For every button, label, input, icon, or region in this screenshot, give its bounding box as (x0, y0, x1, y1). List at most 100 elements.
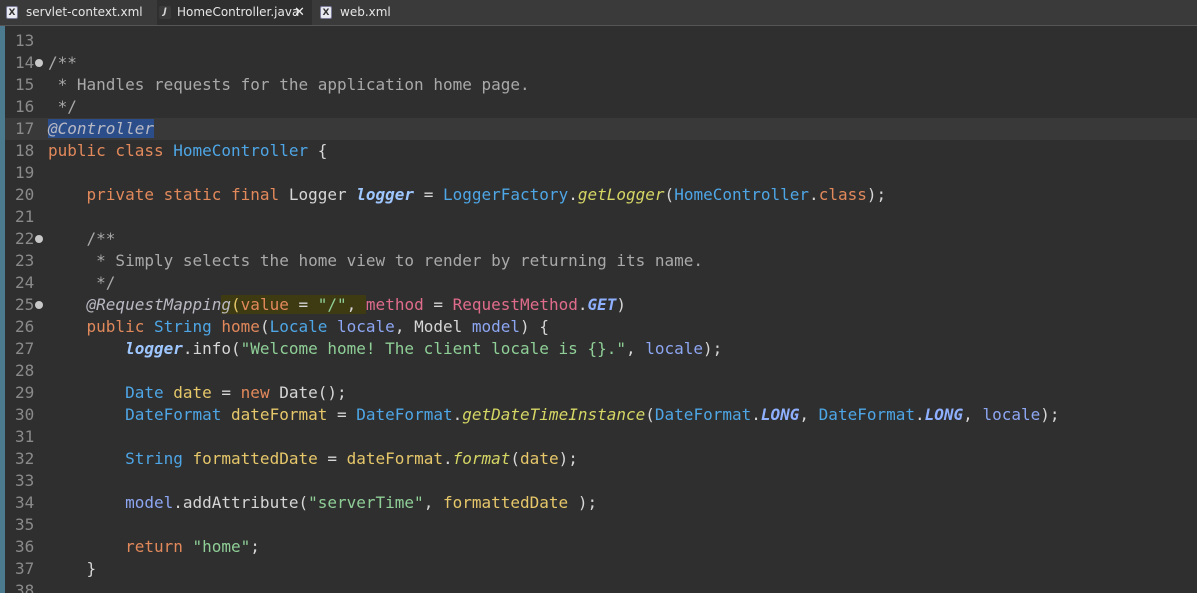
line-number: 14 (15, 53, 35, 72)
line-number: 32 (15, 449, 35, 468)
tab-web-xml[interactable]: X web.xml (320, 0, 400, 25)
code-token: . (809, 185, 819, 204)
code-token: locale (645, 339, 704, 358)
code-text: DateFormat dateFormat = DateFormat.getDa… (48, 404, 1059, 426)
code-line[interactable]: 20 private static final Logger logger = … (0, 184, 1197, 206)
code-token: GET (587, 295, 617, 314)
code-token: g (221, 295, 232, 314)
code-line[interactable]: 31 (0, 426, 1197, 448)
code-line[interactable]: 18 public class HomeController { (0, 140, 1197, 162)
code-token: , Model (394, 317, 472, 336)
code-token: "Welcome home! The client locale is {}." (240, 339, 626, 358)
code-token: logger (125, 339, 183, 358)
code-token: logger (356, 185, 415, 204)
line-number: 20 (15, 185, 35, 204)
code-line[interactable]: 30 DateFormat dateFormat = DateFormat.ge… (0, 404, 1197, 426)
code-line[interactable]: 15 * Handles requests for the applicatio… (0, 74, 1197, 96)
code-line[interactable]: 38 (0, 580, 1197, 593)
code-text: @RequestMapping(value = "/", method = Re… (48, 294, 626, 316)
code-token: DateFormat (125, 405, 232, 424)
editor-tab-bar: X servlet-context.xml J HomeController.j… (0, 0, 1197, 26)
code-text: Date date = new Date(); (48, 382, 347, 404)
code-token: ); (558, 449, 578, 468)
line-number: 26 (15, 317, 35, 336)
code-token: . (442, 449, 453, 468)
code-token: .info( (182, 339, 241, 358)
code-token: HomeController (173, 141, 309, 160)
code-token: * Handles requests for the application h… (48, 75, 530, 94)
code-token: ) { (520, 317, 549, 336)
code-line[interactable]: 37 } (0, 558, 1197, 580)
code-token: Date(); (279, 383, 347, 402)
line-number: 35 (15, 515, 35, 534)
code-token: locale (337, 317, 395, 336)
code-line[interactable]: 23 * Simply selects the home view to ren… (0, 250, 1197, 272)
code-token: getLogger (577, 185, 665, 204)
code-line[interactable]: 27 logger.info("Welcome home! The client… (0, 338, 1197, 360)
line-number: 33 (15, 471, 35, 490)
code-token: dateFormat (346, 449, 443, 468)
tab-label: web.xml (340, 5, 391, 19)
code-token: @Controller (48, 119, 154, 138)
code-line[interactable]: 28 (0, 360, 1197, 382)
xml-file-icon: X (6, 6, 18, 19)
code-text: */ (48, 272, 115, 294)
code-line[interactable]: 34 model.addAttribute("serverTime", form… (0, 492, 1197, 514)
code-line[interactable]: 36 return "home"; (0, 536, 1197, 558)
code-line[interactable]: 22 /** (0, 228, 1197, 250)
line-number: 30 (15, 405, 35, 424)
code-line[interactable]: 13 (0, 30, 1197, 52)
code-token: public (86, 317, 154, 336)
code-line[interactable]: 26 public String home(Locale locale, Mod… (0, 316, 1197, 338)
fold-toggle-icon[interactable] (35, 59, 43, 67)
line-number: 21 (15, 207, 35, 226)
code-line[interactable]: 29 Date date = new Date(); (0, 382, 1197, 404)
code-token: */ (48, 273, 116, 292)
code-token: "home" (192, 537, 251, 556)
code-line[interactable]: 35 (0, 514, 1197, 536)
code-token: , (346, 295, 366, 314)
code-token: model (125, 493, 174, 512)
code-token: , (963, 405, 983, 424)
code-token: , (423, 493, 443, 512)
code-token: value (240, 295, 289, 314)
code-line[interactable]: 17 @Controller (0, 118, 1197, 140)
tab-label: servlet-context.xml (26, 5, 143, 19)
code-token: home (221, 317, 260, 336)
close-tab-icon[interactable]: ✕ (294, 0, 305, 25)
line-number: 19 (15, 163, 35, 182)
line-number: 36 (15, 537, 35, 556)
code-text: @Controller (48, 118, 154, 140)
code-line[interactable]: 19 (0, 162, 1197, 184)
code-token: ); (568, 493, 598, 512)
line-number: 16 (15, 97, 35, 116)
code-line[interactable]: 14 /** (0, 52, 1197, 74)
code-line[interactable]: 32 String formattedDate = dateFormat.for… (0, 448, 1197, 470)
code-token: return (125, 537, 193, 556)
code-line[interactable]: 21 (0, 206, 1197, 228)
code-line[interactable]: 25 @RequestMapping(value = "/", method =… (0, 294, 1197, 316)
code-line[interactable]: 24 */ (0, 272, 1197, 294)
code-editor[interactable]: 13 14 /** 15 * Handles requests for the app… (0, 26, 1197, 593)
line-number: 38 (15, 581, 35, 593)
code-token: . (452, 405, 463, 424)
fold-toggle-icon[interactable] (35, 235, 43, 243)
code-text: * Simply selects the home view to render… (48, 250, 703, 272)
code-token: /** (48, 53, 77, 72)
code-token: public class (48, 141, 174, 160)
fold-toggle-icon[interactable] (35, 301, 43, 309)
code-line[interactable]: 33 (0, 470, 1197, 492)
code-token: { (308, 141, 328, 160)
tab-homecontroller-java[interactable]: J HomeController.java ✕ (157, 0, 312, 25)
code-token: date (173, 383, 212, 402)
code-text: /** (48, 52, 77, 74)
tab-label: HomeController.java (177, 5, 300, 19)
code-token: private static final (86, 185, 289, 204)
tab-servlet-context-xml[interactable]: X servlet-context.xml (6, 0, 156, 25)
code-line[interactable]: 16 */ (0, 96, 1197, 118)
code-text: private static final Logger logger = Log… (48, 184, 887, 206)
code-token: DateFormat (356, 405, 453, 424)
